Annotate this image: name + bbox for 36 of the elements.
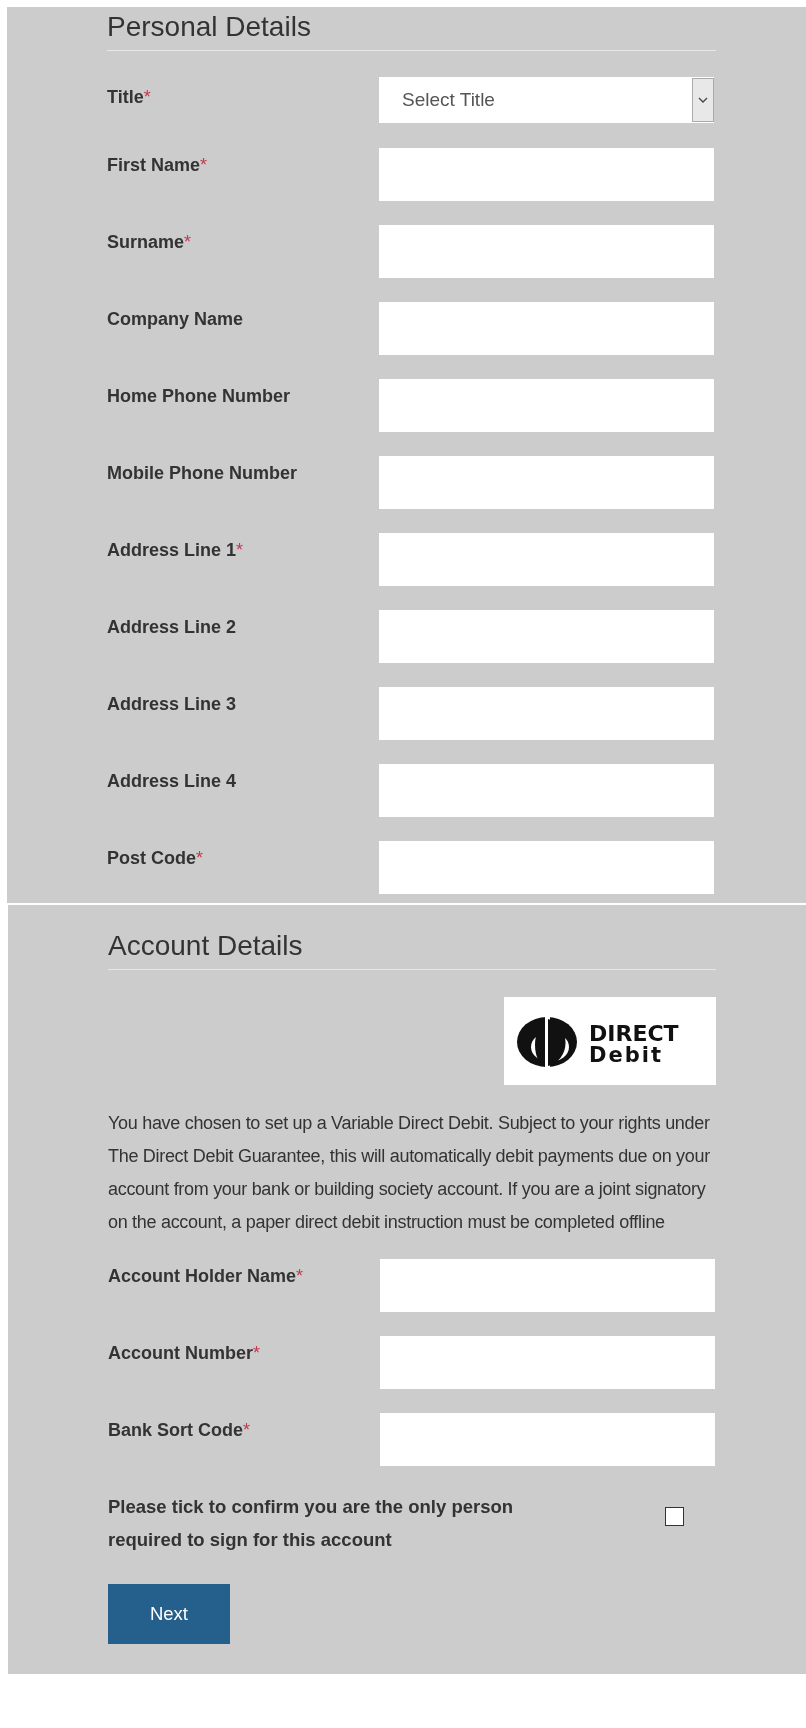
field-label: Title* [107, 86, 152, 108]
caret-icon [692, 78, 714, 122]
text-field[interactable] [380, 1259, 715, 1312]
field-label: Address Line 4 [107, 770, 238, 792]
text-field[interactable] [379, 533, 714, 586]
text-field[interactable] [379, 302, 714, 355]
direct-debit-notice: You have chosen to set up a Variable Direct Debit. Subject to your rights under The Direct Debit Guarantee, this will automatically debit payments due on your account from your bank or building society account. If you are a joint signatory on the account, a paper direct debit instruction must be completed offline [108, 1112, 711, 1234]
field-label: Home Phone Number [107, 385, 292, 407]
confirm-label: Please tick to confirm you are the only person required to sign for this account [108, 1495, 515, 1552]
field-label: Account Holder Name* [108, 1265, 305, 1287]
direct-debit-logo: DIRECT Debit [504, 997, 716, 1085]
text-field[interactable] [379, 687, 714, 740]
confirm-checkbox[interactable] [665, 1507, 684, 1526]
text-field[interactable] [379, 764, 714, 817]
text-field[interactable] [380, 1336, 715, 1389]
field-label: Mobile Phone Number [107, 462, 298, 484]
field-label: Account Number* [108, 1342, 262, 1364]
text-field[interactable] [379, 456, 714, 509]
text-field[interactable] [379, 379, 714, 432]
field-label: First Name* [107, 154, 209, 176]
text-field[interactable] [379, 841, 714, 894]
text-field[interactable] [379, 610, 714, 663]
text-field[interactable] [379, 225, 714, 278]
field-label: Bank Sort Code* [108, 1419, 252, 1441]
section-heading: Personal Details [107, 10, 716, 51]
field-label: Address Line 1* [107, 539, 245, 561]
text-field[interactable] [379, 148, 714, 201]
field-label: Company Name [107, 308, 245, 330]
field-label: Post Code* [107, 847, 205, 869]
text-field[interactable] [380, 1413, 715, 1466]
next-button[interactable]: Next [108, 1584, 230, 1644]
section-heading: Account Details [108, 929, 716, 970]
title-select[interactable]: Select Title [379, 77, 714, 123]
field-label: Surname* [107, 231, 193, 253]
field-label: Address Line 2 [107, 616, 238, 638]
field-label: Address Line 3 [107, 693, 238, 715]
